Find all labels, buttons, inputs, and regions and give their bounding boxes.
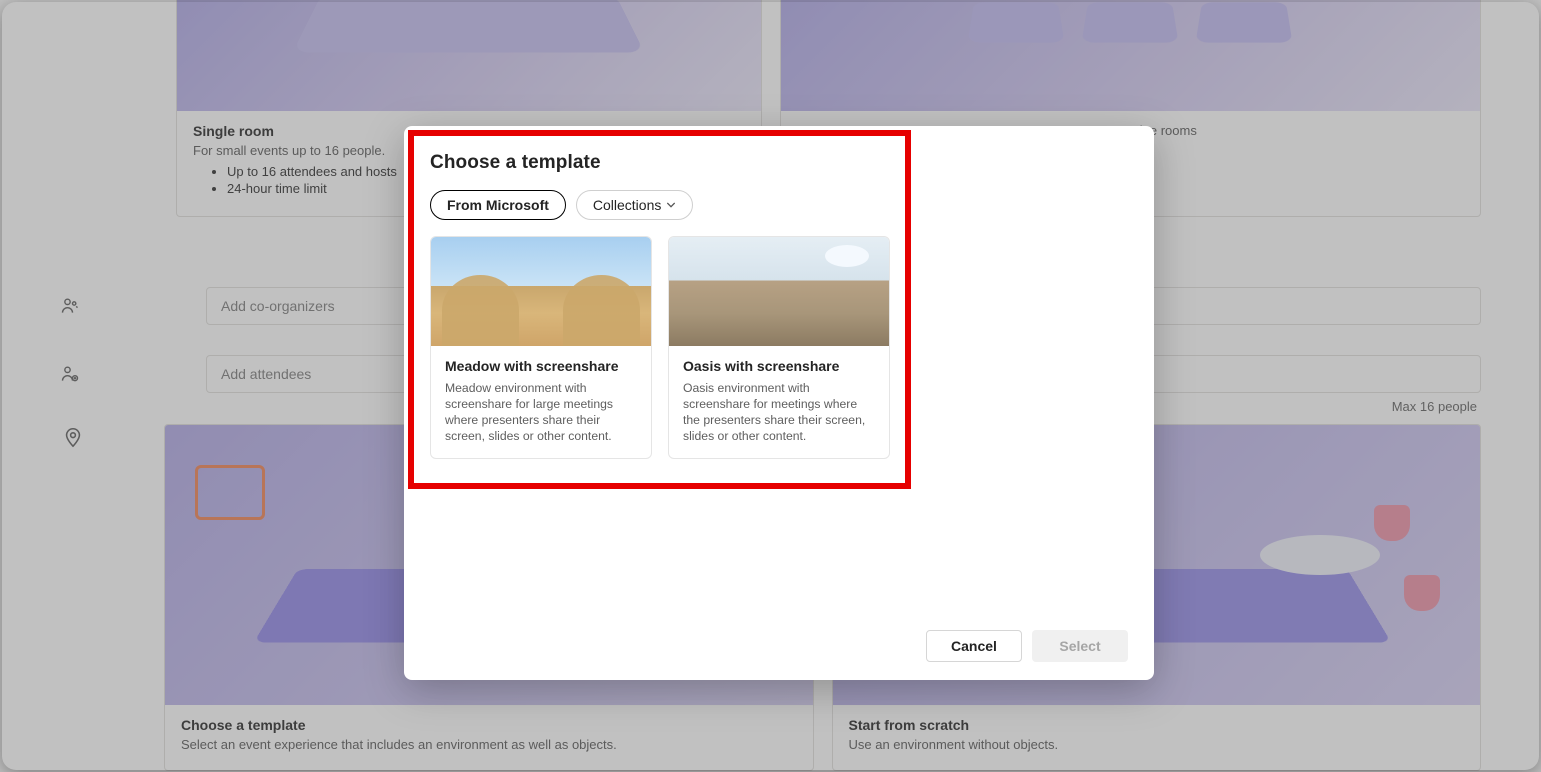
cancel-button[interactable]: Cancel bbox=[926, 630, 1022, 662]
pill-from-microsoft-label: From Microsoft bbox=[447, 197, 549, 213]
pill-collections-label: Collections bbox=[593, 197, 661, 213]
template-image-meadow bbox=[431, 237, 651, 346]
modal-title: Choose a template bbox=[430, 152, 1128, 174]
template-card-meadow[interactable]: Meadow with screenshare Meadow environme… bbox=[430, 236, 652, 459]
choose-template-modal: Choose a template From Microsoft Collect… bbox=[404, 126, 1154, 680]
template-desc-oasis: Oasis environment with screenshare for m… bbox=[683, 380, 875, 445]
template-desc-meadow: Meadow environment with screenshare for … bbox=[445, 380, 637, 445]
template-card-oasis[interactable]: Oasis with screenshare Oasis environment… bbox=[668, 236, 890, 459]
pill-from-microsoft[interactable]: From Microsoft bbox=[430, 190, 566, 220]
template-title-meadow: Meadow with screenshare bbox=[445, 358, 637, 374]
select-button[interactable]: Select bbox=[1032, 630, 1128, 662]
pill-collections[interactable]: Collections bbox=[576, 190, 693, 220]
chevron-down-icon bbox=[666, 200, 676, 210]
template-image-oasis bbox=[669, 237, 889, 346]
template-title-oasis: Oasis with screenshare bbox=[683, 358, 875, 374]
